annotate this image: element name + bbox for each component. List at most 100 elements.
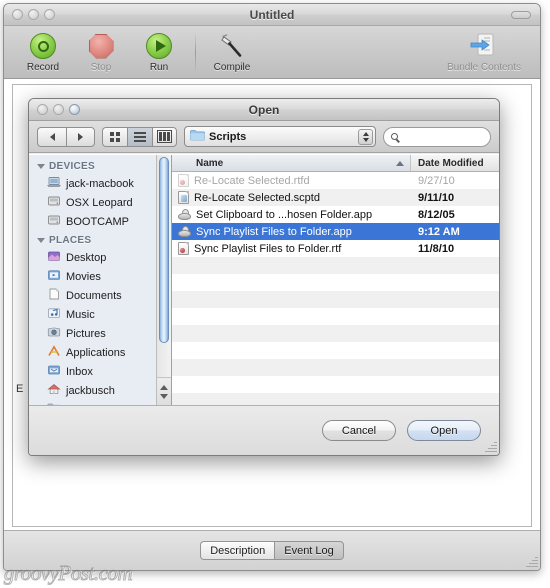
table-row[interactable]: Sync Playlist Files to Folder.app 9:12 A… bbox=[172, 223, 499, 240]
sidebar-item-label: Documents bbox=[66, 289, 122, 302]
sidebar-item-desktop[interactable]: Desktop bbox=[29, 248, 156, 267]
sidebar-section-places[interactable]: PLACES bbox=[29, 231, 156, 248]
columns-icon bbox=[157, 130, 172, 143]
sidebar-item-osx-leopard[interactable]: OSX Leopard bbox=[29, 193, 156, 212]
path-popup-stepper[interactable] bbox=[358, 129, 373, 145]
obscured-label: E bbox=[16, 383, 24, 395]
forward-button[interactable] bbox=[66, 126, 95, 147]
drive-icon bbox=[47, 195, 61, 210]
search-input[interactable] bbox=[383, 126, 491, 147]
sidebar-scrollbar-thumb[interactable] bbox=[159, 157, 169, 343]
dialog-minimize-button[interactable] bbox=[53, 104, 64, 115]
zoom-button[interactable] bbox=[44, 9, 55, 20]
applet-icon bbox=[178, 208, 191, 221]
sidebar-item-jack-macbook[interactable]: jack-macbook bbox=[29, 174, 156, 193]
cancel-button[interactable]: Cancel bbox=[322, 420, 396, 441]
minimize-button[interactable] bbox=[28, 9, 39, 20]
applications-icon bbox=[47, 345, 61, 360]
empty-row bbox=[172, 274, 499, 291]
empty-row bbox=[172, 393, 499, 405]
disclosure-triangle-icon[interactable] bbox=[37, 164, 45, 169]
compile-button[interactable]: Compile bbox=[203, 30, 261, 73]
grid-icon bbox=[110, 131, 120, 142]
file-date-label: 9/11/10 bbox=[418, 191, 455, 204]
sidebar-item-movies[interactable]: Movies bbox=[29, 267, 156, 286]
sidebar-section-places-label: PLACES bbox=[49, 235, 92, 246]
sidebar-section-devices[interactable]: DEVICES bbox=[29, 157, 156, 174]
back-button[interactable] bbox=[37, 126, 66, 147]
file-list-header: Name Date Modified bbox=[172, 155, 499, 172]
sidebar-item-label: jackbusch bbox=[66, 384, 115, 397]
open-button[interactable]: Open bbox=[407, 420, 481, 441]
file-name-cell: Sync Playlist Files to Folder.rtf bbox=[172, 242, 411, 255]
app-bottom-bar: Description Event Log bbox=[4, 530, 540, 570]
open-dialog: Open Scripts DEVICES jack-macbook OSX Le… bbox=[28, 98, 500, 456]
sidebar-item-label: BOOTCAMP bbox=[66, 215, 129, 228]
file-name-label: Re-Locate Selected.rtfd bbox=[194, 174, 310, 187]
hammer-icon bbox=[218, 32, 246, 60]
sidebar-item-label: Movies bbox=[66, 270, 101, 283]
table-row[interactable]: Set Clipboard to ...hosen Folder.app 8/1… bbox=[172, 206, 499, 223]
resize-grip[interactable] bbox=[525, 555, 538, 568]
pictures-icon bbox=[47, 326, 61, 341]
app-title-bar[interactable]: Untitled bbox=[4, 4, 540, 26]
tab-event-log[interactable]: Event Log bbox=[274, 541, 344, 560]
column-header-name[interactable]: Name bbox=[172, 155, 411, 171]
sidebar-item-music[interactable]: Music bbox=[29, 305, 156, 324]
record-button[interactable]: Record bbox=[14, 30, 72, 73]
list-view-button[interactable] bbox=[127, 126, 152, 147]
rtf-document-icon bbox=[178, 242, 189, 255]
sidebar-item-applications[interactable]: Applications bbox=[29, 343, 156, 362]
sidebar-scroll-arrows[interactable] bbox=[157, 377, 171, 405]
file-name-label: Sync Playlist Files to Folder.rtf bbox=[194, 242, 342, 255]
folder-icon bbox=[190, 129, 205, 144]
toolbar-toggle-button[interactable] bbox=[511, 11, 531, 19]
tab-description[interactable]: Description bbox=[200, 541, 275, 560]
sidebar-item-bootcamp[interactable]: BOOTCAMP bbox=[29, 212, 156, 231]
table-row[interactable]: Sync Playlist Files to Folder.rtf 11/8/1… bbox=[172, 240, 499, 257]
path-popup-button[interactable]: Scripts bbox=[184, 126, 376, 147]
sort-ascending-icon bbox=[396, 161, 404, 166]
run-button[interactable]: Run bbox=[130, 30, 188, 73]
inbox-icon bbox=[47, 364, 61, 379]
close-button[interactable] bbox=[12, 9, 23, 20]
dialog-body: DEVICES jack-macbook OSX Leopard BOOTCAM… bbox=[29, 154, 499, 405]
disclosure-triangle-icon[interactable] bbox=[37, 238, 45, 243]
table-row[interactable]: Re-Locate Selected.scptd 9/11/10 bbox=[172, 189, 499, 206]
rtf-document-icon bbox=[178, 174, 189, 187]
sidebar-section-devices-label: DEVICES bbox=[49, 161, 96, 172]
sidebar-item-label: Applications bbox=[66, 346, 126, 359]
traffic-light-group bbox=[12, 9, 55, 20]
dialog-zoom-button[interactable] bbox=[69, 104, 80, 115]
sidebar-item-documents[interactable]: Documents bbox=[29, 286, 156, 305]
dialog-title-bar[interactable]: Open bbox=[29, 99, 499, 121]
dialog-resize-grip[interactable] bbox=[484, 440, 497, 453]
dialog-close-button[interactable] bbox=[37, 104, 48, 115]
scroll-down-icon[interactable] bbox=[160, 393, 168, 399]
desktop-icon bbox=[47, 250, 61, 265]
path-popup-label: Scripts bbox=[209, 130, 247, 143]
file-list-rows: Re-Locate Selected.rtfd 9/27/10 Re-Locat… bbox=[172, 172, 499, 405]
bundle-contents-button[interactable]: Bundle Contents bbox=[438, 30, 530, 73]
stop-icon bbox=[88, 32, 114, 60]
sidebar-item-jackbusch[interactable]: jackbusch bbox=[29, 381, 156, 400]
scroll-up-icon[interactable] bbox=[160, 384, 168, 390]
column-header-name-label: Name bbox=[196, 157, 224, 169]
forward-arrow-icon bbox=[78, 132, 83, 141]
compile-button-label: Compile bbox=[213, 62, 251, 73]
navigation-buttons bbox=[37, 126, 95, 147]
column-view-button[interactable] bbox=[152, 126, 177, 147]
stop-button[interactable]: Stop bbox=[72, 30, 130, 73]
icon-view-button[interactable] bbox=[102, 126, 127, 147]
description-eventlog-tabs: Description Event Log bbox=[200, 541, 344, 560]
table-row[interactable]: Re-Locate Selected.rtfd 9/27/10 bbox=[172, 172, 499, 189]
sidebar-item-inbox[interactable]: Inbox bbox=[29, 362, 156, 381]
sidebar-scrollbar[interactable] bbox=[156, 155, 171, 405]
bundle-contents-label: Bundle Contents bbox=[447, 62, 521, 73]
column-header-date-modified[interactable]: Date Modified bbox=[411, 155, 499, 171]
documents-icon bbox=[47, 288, 61, 303]
file-date-label: 9:12 AM bbox=[418, 225, 460, 238]
sidebar-item-label: Pictures bbox=[66, 327, 106, 340]
sidebar-item-pictures[interactable]: Pictures bbox=[29, 324, 156, 343]
file-list: Name Date Modified Re-Locate Selected.rt… bbox=[172, 155, 499, 405]
